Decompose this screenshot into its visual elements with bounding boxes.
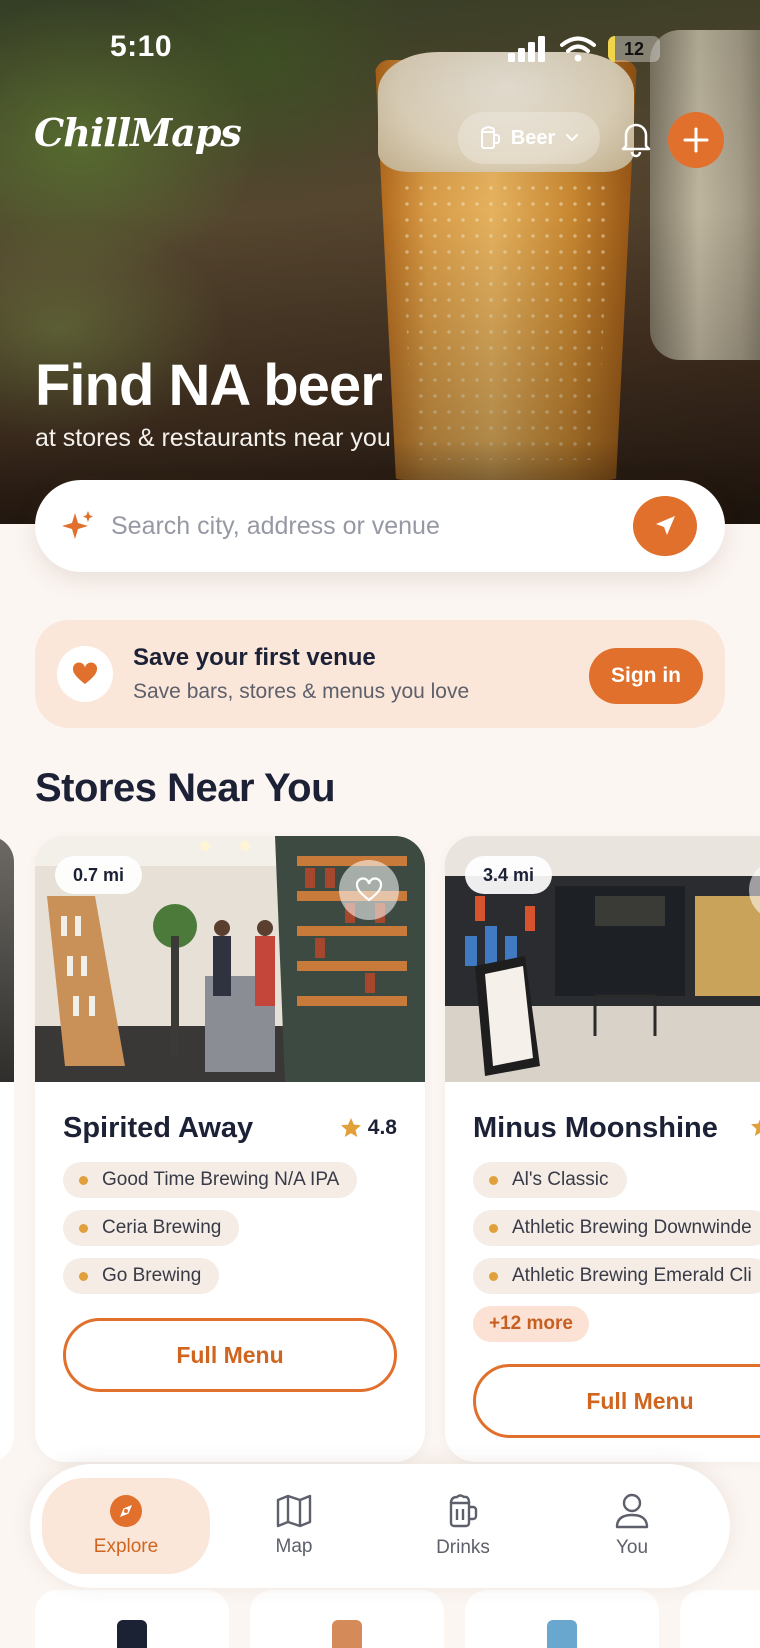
drink-chip[interactable]: Athletic Brewing Emerald Cli — [473, 1258, 760, 1294]
chevron-down-icon — [566, 134, 579, 142]
star-icon — [340, 1118, 361, 1137]
status-time: 5:10 — [110, 30, 173, 63]
drink-chip[interactable]: Athletic Brewing Downwinde — [473, 1210, 760, 1246]
full-menu-button[interactable]: Full Menu — [473, 1364, 760, 1438]
compass-icon — [110, 1495, 142, 1527]
drink-list: Good Time Brewing N/A IPA Ceria Brewing … — [63, 1162, 358, 1306]
nav-drinks[interactable]: Drinks — [379, 1478, 547, 1574]
hero-title: Find NA beer — [35, 353, 383, 418]
app-logo[interactable]: ChillMaps — [34, 110, 242, 155]
full-menu-button[interactable]: Full Menu — [63, 1318, 397, 1392]
signal-icon — [508, 36, 545, 62]
drink-list: Al's Classic Athletic Brewing Downwinde … — [473, 1162, 760, 1342]
beer-mug-icon — [480, 126, 500, 149]
save-banner-subtitle: Save bars, stores & menus you love — [133, 680, 470, 703]
plus-icon — [683, 127, 709, 153]
sign-in-button[interactable]: Sign in — [589, 648, 703, 704]
notifications-button[interactable] — [618, 118, 654, 158]
nav-explore[interactable]: Explore — [42, 1478, 210, 1574]
sparkle-icon — [62, 511, 93, 539]
heart-outline-icon — [355, 877, 383, 902]
nav-you[interactable]: You — [548, 1478, 716, 1574]
bottom-navigation: Explore Map Drinks You — [30, 1464, 730, 1588]
beer-mug-icon — [449, 1494, 478, 1528]
nav-map[interactable]: Map — [210, 1478, 378, 1574]
drink-chip[interactable]: Ceria Brewing — [63, 1210, 240, 1246]
distance-badge: 0.7 mi — [55, 856, 143, 894]
drink-card[interactable] — [465, 1590, 659, 1648]
drink-card[interactable] — [250, 1590, 444, 1648]
map-icon — [276, 1494, 312, 1528]
drink-chip[interactable]: Go Brewing — [63, 1258, 220, 1294]
drink-chip[interactable]: Al's Classic — [473, 1162, 627, 1198]
store-rating — [750, 1116, 760, 1138]
drink-type-selector[interactable]: Beer — [458, 112, 600, 164]
store-card-previous[interactable] — [0, 836, 14, 1462]
search-input[interactable]: Search city, address or venue — [111, 512, 440, 541]
rating-value: 4.8 — [367, 1116, 397, 1139]
status-icons: 12 — [508, 36, 660, 62]
favorite-button[interactable] — [339, 860, 399, 920]
save-banner-title: Save your first venue — [133, 644, 376, 671]
add-venue-button[interactable] — [668, 112, 724, 168]
drink-card[interactable] — [680, 1590, 760, 1648]
store-name: Spirited Away — [63, 1112, 254, 1144]
more-drinks-chip[interactable]: +12 more — [473, 1306, 589, 1342]
heart-icon — [72, 662, 98, 684]
distance-badge: 3.4 mi — [465, 856, 553, 894]
store-rating: 4.8 — [340, 1116, 397, 1140]
bell-icon — [621, 123, 651, 158]
hero-subtitle: at stores & restaurants near you — [35, 424, 391, 452]
location-arrow-icon — [656, 516, 675, 535]
battery-indicator: 12 — [608, 36, 660, 62]
store-card[interactable]: 3.4 mi Minus Moonshine Al's Classic Athl… — [445, 836, 760, 1462]
user-icon — [615, 1493, 649, 1529]
star-icon — [751, 1119, 760, 1136]
drink-chip[interactable]: Good Time Brewing N/A IPA — [63, 1162, 358, 1198]
drink-card[interactable] — [35, 1590, 229, 1648]
section-title-stores: Stores Near You — [35, 766, 336, 810]
search-bar[interactable]: Search city, address or venue — [35, 480, 725, 572]
current-location-button[interactable] — [633, 496, 697, 556]
store-name: Minus Moonshine — [473, 1112, 718, 1144]
heart-badge — [57, 646, 113, 702]
wifi-icon — [560, 36, 596, 62]
drink-type-label: Beer — [510, 126, 556, 149]
save-venue-banner: Save your first venue Save bars, stores … — [35, 620, 725, 728]
store-card[interactable]: 0.7 mi Spirited Away 4.8 Good Time Brewi… — [35, 836, 425, 1462]
